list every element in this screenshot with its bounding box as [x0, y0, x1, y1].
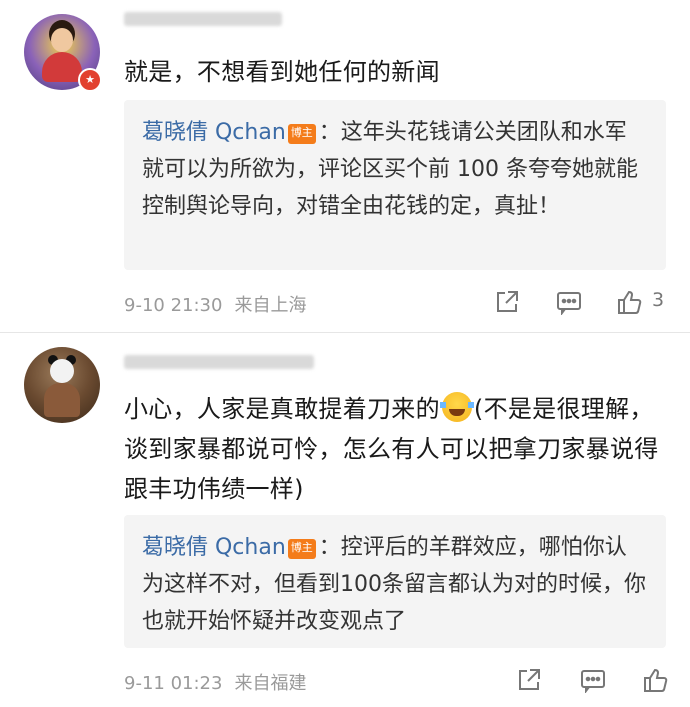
comment-time: 9-10 21:30 [124, 295, 223, 316]
comment-location: 来自福建 [234, 673, 307, 694]
comment-meta: 9-10 21:30 来自上海 [124, 291, 306, 317]
username-blurred[interactable] [124, 355, 314, 369]
blogger-badge: 博主 [287, 124, 316, 144]
reply-box[interactable]: 葛晓倩 Qchan 博主 ：控评后的羊群效应，哪怕你认为这样不对，但看到100条留言… [124, 515, 666, 648]
comment-text: 小心，人家是真敢提着刀来的 (不是是很理解，谈到家暴都说可怜，怎么有人可以把拿刀家… [124, 389, 676, 509]
comment-actions [516, 665, 676, 695]
comment-actions: 3 [494, 287, 674, 317]
comment-text: 就是，不想看到她任何的新闻 [124, 58, 440, 86]
blogger-badge: 博主 [287, 539, 316, 559]
like-icon[interactable] [616, 289, 642, 315]
like-icon[interactable] [642, 667, 668, 693]
username-blurred[interactable] [124, 12, 282, 26]
laughing-crying-emoji-icon [439, 392, 474, 422]
comment-icon[interactable] [556, 289, 582, 316]
user-avatar-icon[interactable] [24, 347, 100, 423]
reply-author-link[interactable]: 葛晓倩 Qchan [142, 120, 286, 145]
comment-location: 来自上海 [234, 295, 307, 316]
like-count: 3 [652, 289, 665, 311]
reply-box[interactable]: 葛晓倩 Qchan 博主 ：这年头花钱请公关团队和水军就可以为所欲为，评论区买个前 … [124, 100, 666, 270]
verified-badge-icon: ★ [78, 68, 102, 92]
comment-meta: 9-11 01:23 来自福建 [124, 669, 306, 695]
comment-time: 9-11 01:23 [124, 673, 223, 694]
comment-item: 小心，人家是真敢提着刀来的 (不是是很理解，谈到家暴都说可怜，怎么有人可以把拿刀家… [0, 333, 690, 707]
share-icon[interactable] [516, 667, 542, 693]
reply-author-link[interactable]: 葛晓倩 Qchan [142, 535, 286, 560]
comment-item: ★ 就是，不想看到她任何的新闻 葛晓倩 Qchan 博主 ：这年头花钱请公关团队和水… [0, 0, 690, 333]
comment-text-part: 小心，人家是真敢提着刀来的 [124, 395, 440, 423]
share-icon[interactable] [494, 289, 520, 315]
comment-icon[interactable] [580, 667, 606, 694]
